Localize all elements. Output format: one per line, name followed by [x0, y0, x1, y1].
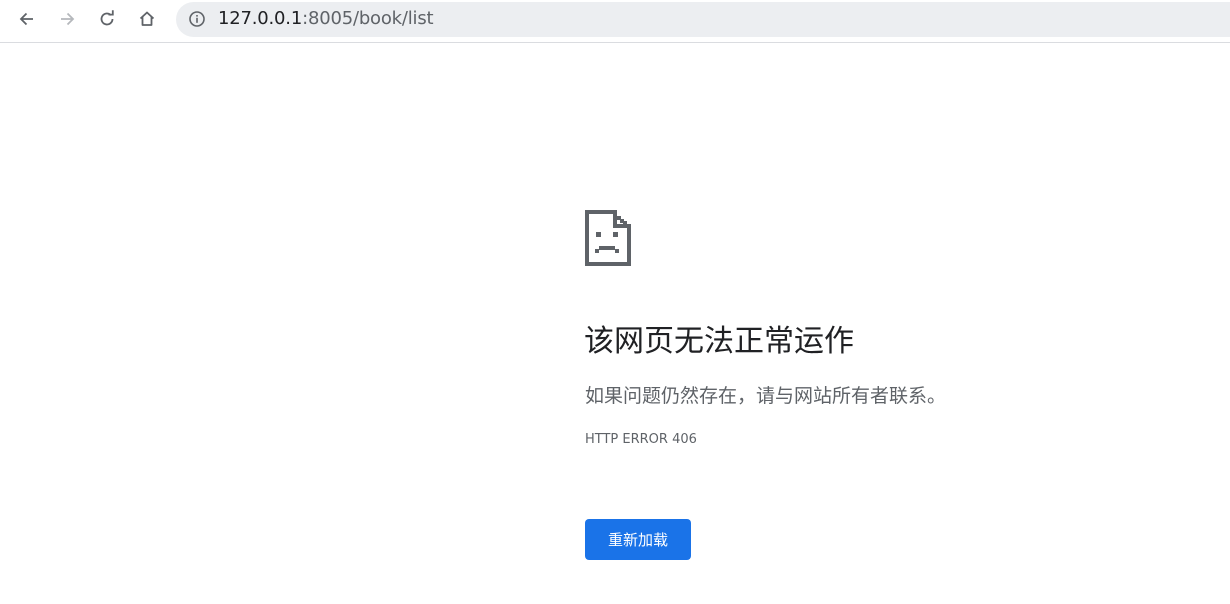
- reload-icon: [100, 10, 114, 26]
- error-code: HTTP ERROR 406: [585, 432, 697, 447]
- reload-button[interactable]: [92, 4, 122, 34]
- sad-document-icon: [585, 210, 631, 266]
- arrow-left-icon: [19, 12, 33, 26]
- home-icon: [139, 11, 155, 26]
- home-button[interactable]: [132, 4, 162, 34]
- error-message: 如果问题仍然存在，请与网站所有者联系。: [585, 385, 947, 407]
- back-button[interactable]: [12, 4, 42, 34]
- arrow-right-icon: [61, 12, 75, 26]
- address-bar[interactable]: 127.0.0.1:8005/book/list: [176, 2, 1230, 37]
- browser-toolbar: 127.0.0.1:8005/book/list: [0, 0, 1230, 43]
- url-text[interactable]: 127.0.0.1:8005/book/list: [218, 8, 434, 29]
- reload-page-button[interactable]: 重新加载: [585, 519, 691, 560]
- url-path: :8005/book/list: [302, 8, 434, 29]
- error-title: 该网页无法正常运作: [584, 324, 854, 359]
- url-host: 127.0.0.1: [218, 8, 303, 29]
- forward-button[interactable]: [52, 4, 82, 34]
- info-icon[interactable]: [188, 10, 206, 28]
